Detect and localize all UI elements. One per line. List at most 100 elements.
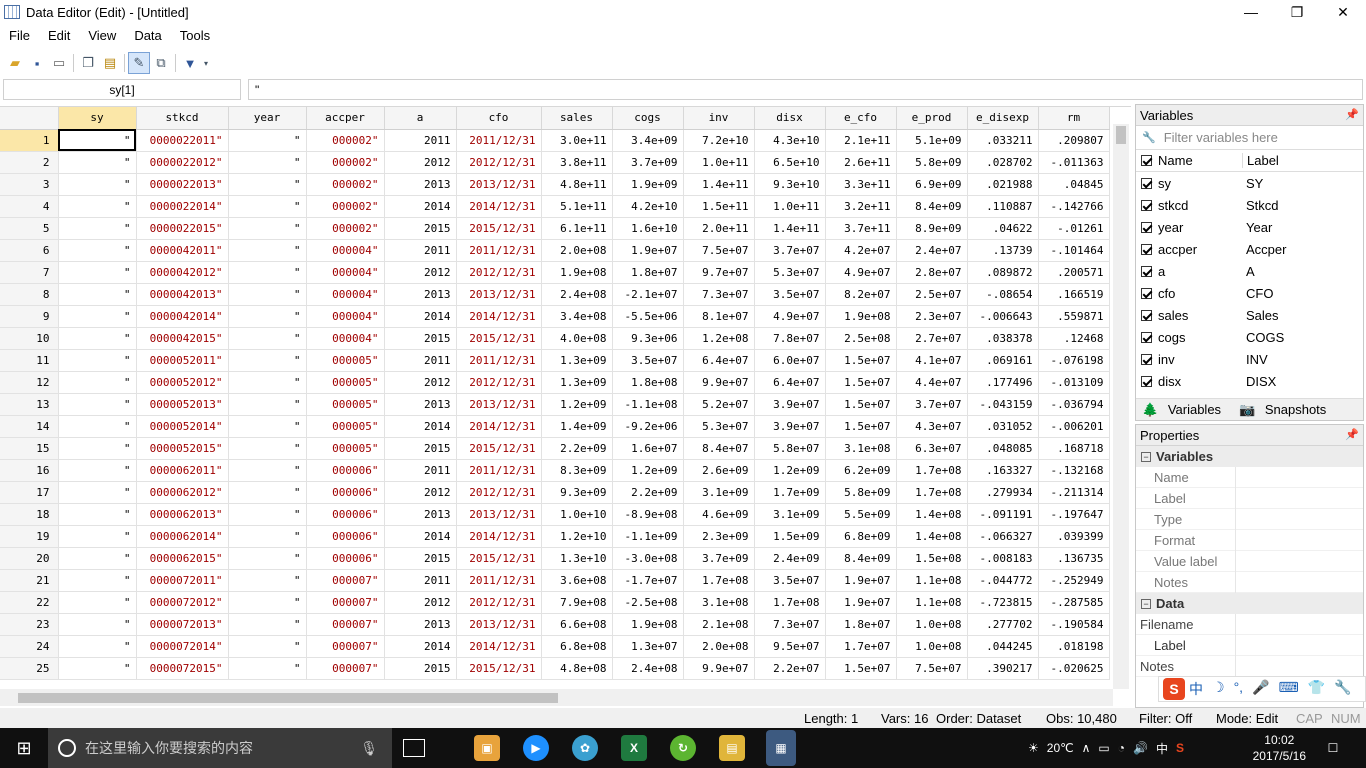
package-app-icon[interactable]: ▣ (474, 735, 500, 761)
cell-rm[interactable]: -.190584 (1038, 613, 1110, 636)
cell-cfo[interactable]: 2011/12/31 (456, 459, 542, 482)
cell-a[interactable]: 2015 (384, 657, 457, 680)
cell-a[interactable]: 2014 (384, 415, 457, 438)
cell-sy[interactable]: " (58, 547, 137, 570)
cell-rm[interactable]: .559871 (1038, 305, 1110, 328)
cell-e-disexp[interactable]: -.08654 (967, 283, 1039, 306)
cell-sales[interactable]: 6.1e+11 (541, 217, 613, 240)
cell-cfo[interactable]: 2011/12/31 (456, 569, 542, 592)
cell-stkcd[interactable]: 0000062012" (136, 481, 229, 504)
cell-disx[interactable]: 3.9e+07 (754, 393, 826, 416)
cell-cogs[interactable]: 2.2e+09 (612, 481, 684, 504)
cell-year[interactable]: " (228, 525, 307, 548)
column-header-accper[interactable]: accper (306, 107, 385, 130)
cell-cogs[interactable]: 1.8e+07 (612, 261, 684, 284)
cell-disx[interactable]: 5.8e+07 (754, 437, 826, 460)
cell-e-cfo[interactable]: 3.2e+11 (825, 195, 897, 218)
cell-e-cfo[interactable]: 1.5e+07 (825, 371, 897, 394)
cell-sy[interactable]: " (58, 217, 137, 240)
column-header-disx[interactable]: disx (754, 107, 826, 130)
cell-a[interactable]: 2013 (384, 173, 457, 196)
property-row[interactable]: Filename (1136, 613, 1363, 635)
cell-sales[interactable]: 1.0e+10 (541, 503, 613, 526)
cell-cfo[interactable]: 2013/12/31 (456, 283, 542, 306)
cell-e-cfo[interactable]: 3.3e+11 (825, 173, 897, 196)
cell-e-disexp[interactable]: -.008183 (967, 547, 1039, 570)
cell-accper[interactable]: 000004" (306, 261, 385, 284)
cell-stkcd[interactable]: 0000022011" (136, 129, 229, 152)
cell-disx[interactable]: 6.5e+10 (754, 151, 826, 174)
cell-e-prod[interactable]: 1.0e+08 (896, 613, 968, 636)
cell-e-prod[interactable]: 6.9e+09 (896, 173, 968, 196)
cell-stkcd[interactable]: 0000072013" (136, 613, 229, 636)
cell-disx[interactable]: 3.5e+07 (754, 569, 826, 592)
cell-accper[interactable]: 000002" (306, 173, 385, 196)
cell-e-prod[interactable]: 8.4e+09 (896, 195, 968, 218)
cell-year[interactable]: " (228, 239, 307, 262)
cell-cogs[interactable]: -2.5e+08 (612, 591, 684, 614)
cell-a[interactable]: 2013 (384, 393, 457, 416)
menu-edit[interactable]: Edit (39, 26, 79, 46)
cell-disx[interactable]: 6.4e+07 (754, 371, 826, 394)
variable-checkbox[interactable] (1141, 221, 1152, 233)
cell-sales[interactable]: 2.4e+08 (541, 283, 613, 306)
cell-stkcd[interactable]: 0000052013" (136, 393, 229, 416)
row-number[interactable]: 25 (0, 657, 59, 680)
edit-mode-icon[interactable]: ✎ (128, 52, 150, 74)
ime-tool-icon[interactable]: 🔧 (1334, 679, 1351, 699)
cell-accper[interactable]: 000005" (306, 393, 385, 416)
cell-cfo[interactable]: 2014/12/31 (456, 305, 542, 328)
cell-rm[interactable]: -.211314 (1038, 481, 1110, 504)
cell-e-cfo[interactable]: 2.6e+11 (825, 151, 897, 174)
cell-e-cfo[interactable]: 3.1e+08 (825, 437, 897, 460)
cell-cogs[interactable]: -1.1e+09 (612, 525, 684, 548)
ime-tool-icon[interactable]: ☽ (1212, 679, 1225, 699)
column-header-rm[interactable]: rm (1038, 107, 1110, 130)
cell-sales[interactable]: 4.8e+08 (541, 657, 613, 680)
cell-inv[interactable]: 7.5e+07 (683, 239, 755, 262)
cell-rm[interactable]: .04845 (1038, 173, 1110, 196)
cell-stkcd[interactable]: 0000052014" (136, 415, 229, 438)
microphone-icon[interactable]: 🎙 (360, 740, 378, 757)
cell-rm[interactable]: .200571 (1038, 261, 1110, 284)
cell-inv[interactable]: 2.0e+08 (683, 635, 755, 658)
cell-sales[interactable]: 6.8e+08 (541, 635, 613, 658)
cell-cogs[interactable]: 1.2e+09 (612, 459, 684, 482)
cell-sales[interactable]: 6.6e+08 (541, 613, 613, 636)
cell-stkcd[interactable]: 0000062013" (136, 503, 229, 526)
cell-rm[interactable]: .168718 (1038, 437, 1110, 460)
paste-icon[interactable]: ▤ (99, 52, 121, 74)
cell-cfo[interactable]: 2014/12/31 (456, 635, 542, 658)
cell-sy[interactable]: " (58, 591, 137, 614)
cell-accper[interactable]: 000004" (306, 327, 385, 350)
cell-disx[interactable]: 1.5e+09 (754, 525, 826, 548)
cell-a[interactable]: 2012 (384, 261, 457, 284)
cell-sy[interactable]: " (58, 415, 137, 438)
cell-rm[interactable]: -.287585 (1038, 591, 1110, 614)
cell-inv[interactable]: 3.7e+09 (683, 547, 755, 570)
cell-stkcd[interactable]: 0000072011" (136, 569, 229, 592)
cell-disx[interactable]: 1.2e+09 (754, 459, 826, 482)
cell-year[interactable]: " (228, 173, 307, 196)
cell-e-disexp[interactable]: -.723815 (967, 591, 1039, 614)
row-number[interactable]: 5 (0, 217, 59, 240)
cell-e-prod[interactable]: 4.4e+07 (896, 371, 968, 394)
cell-sy[interactable]: " (58, 371, 137, 394)
cell-e-disexp[interactable]: .04622 (967, 217, 1039, 240)
cell-sales[interactable]: 1.3e+10 (541, 547, 613, 570)
cell-e-disexp[interactable]: .279934 (967, 481, 1039, 504)
cell-stkcd[interactable]: 0000022013" (136, 173, 229, 196)
cell-e-disexp[interactable]: .13739 (967, 239, 1039, 262)
cell-disx[interactable]: 3.9e+07 (754, 415, 826, 438)
cell-rm[interactable]: -.036794 (1038, 393, 1110, 416)
row-number[interactable]: 1 (0, 129, 59, 152)
cell-cfo[interactable]: 2013/12/31 (456, 173, 542, 196)
task-view-icon[interactable] (403, 739, 425, 757)
cell-e-cfo[interactable]: 2.1e+11 (825, 129, 897, 152)
cell-accper[interactable]: 000004" (306, 283, 385, 306)
cell-cogs[interactable]: 2.4e+08 (612, 657, 684, 680)
cell-e-disexp[interactable]: -.066327 (967, 525, 1039, 548)
cell-inv[interactable]: 2.1e+08 (683, 613, 755, 636)
cell-e-disexp[interactable]: .089872 (967, 261, 1039, 284)
stata-taskbar-icon[interactable]: ▦ (766, 730, 796, 766)
